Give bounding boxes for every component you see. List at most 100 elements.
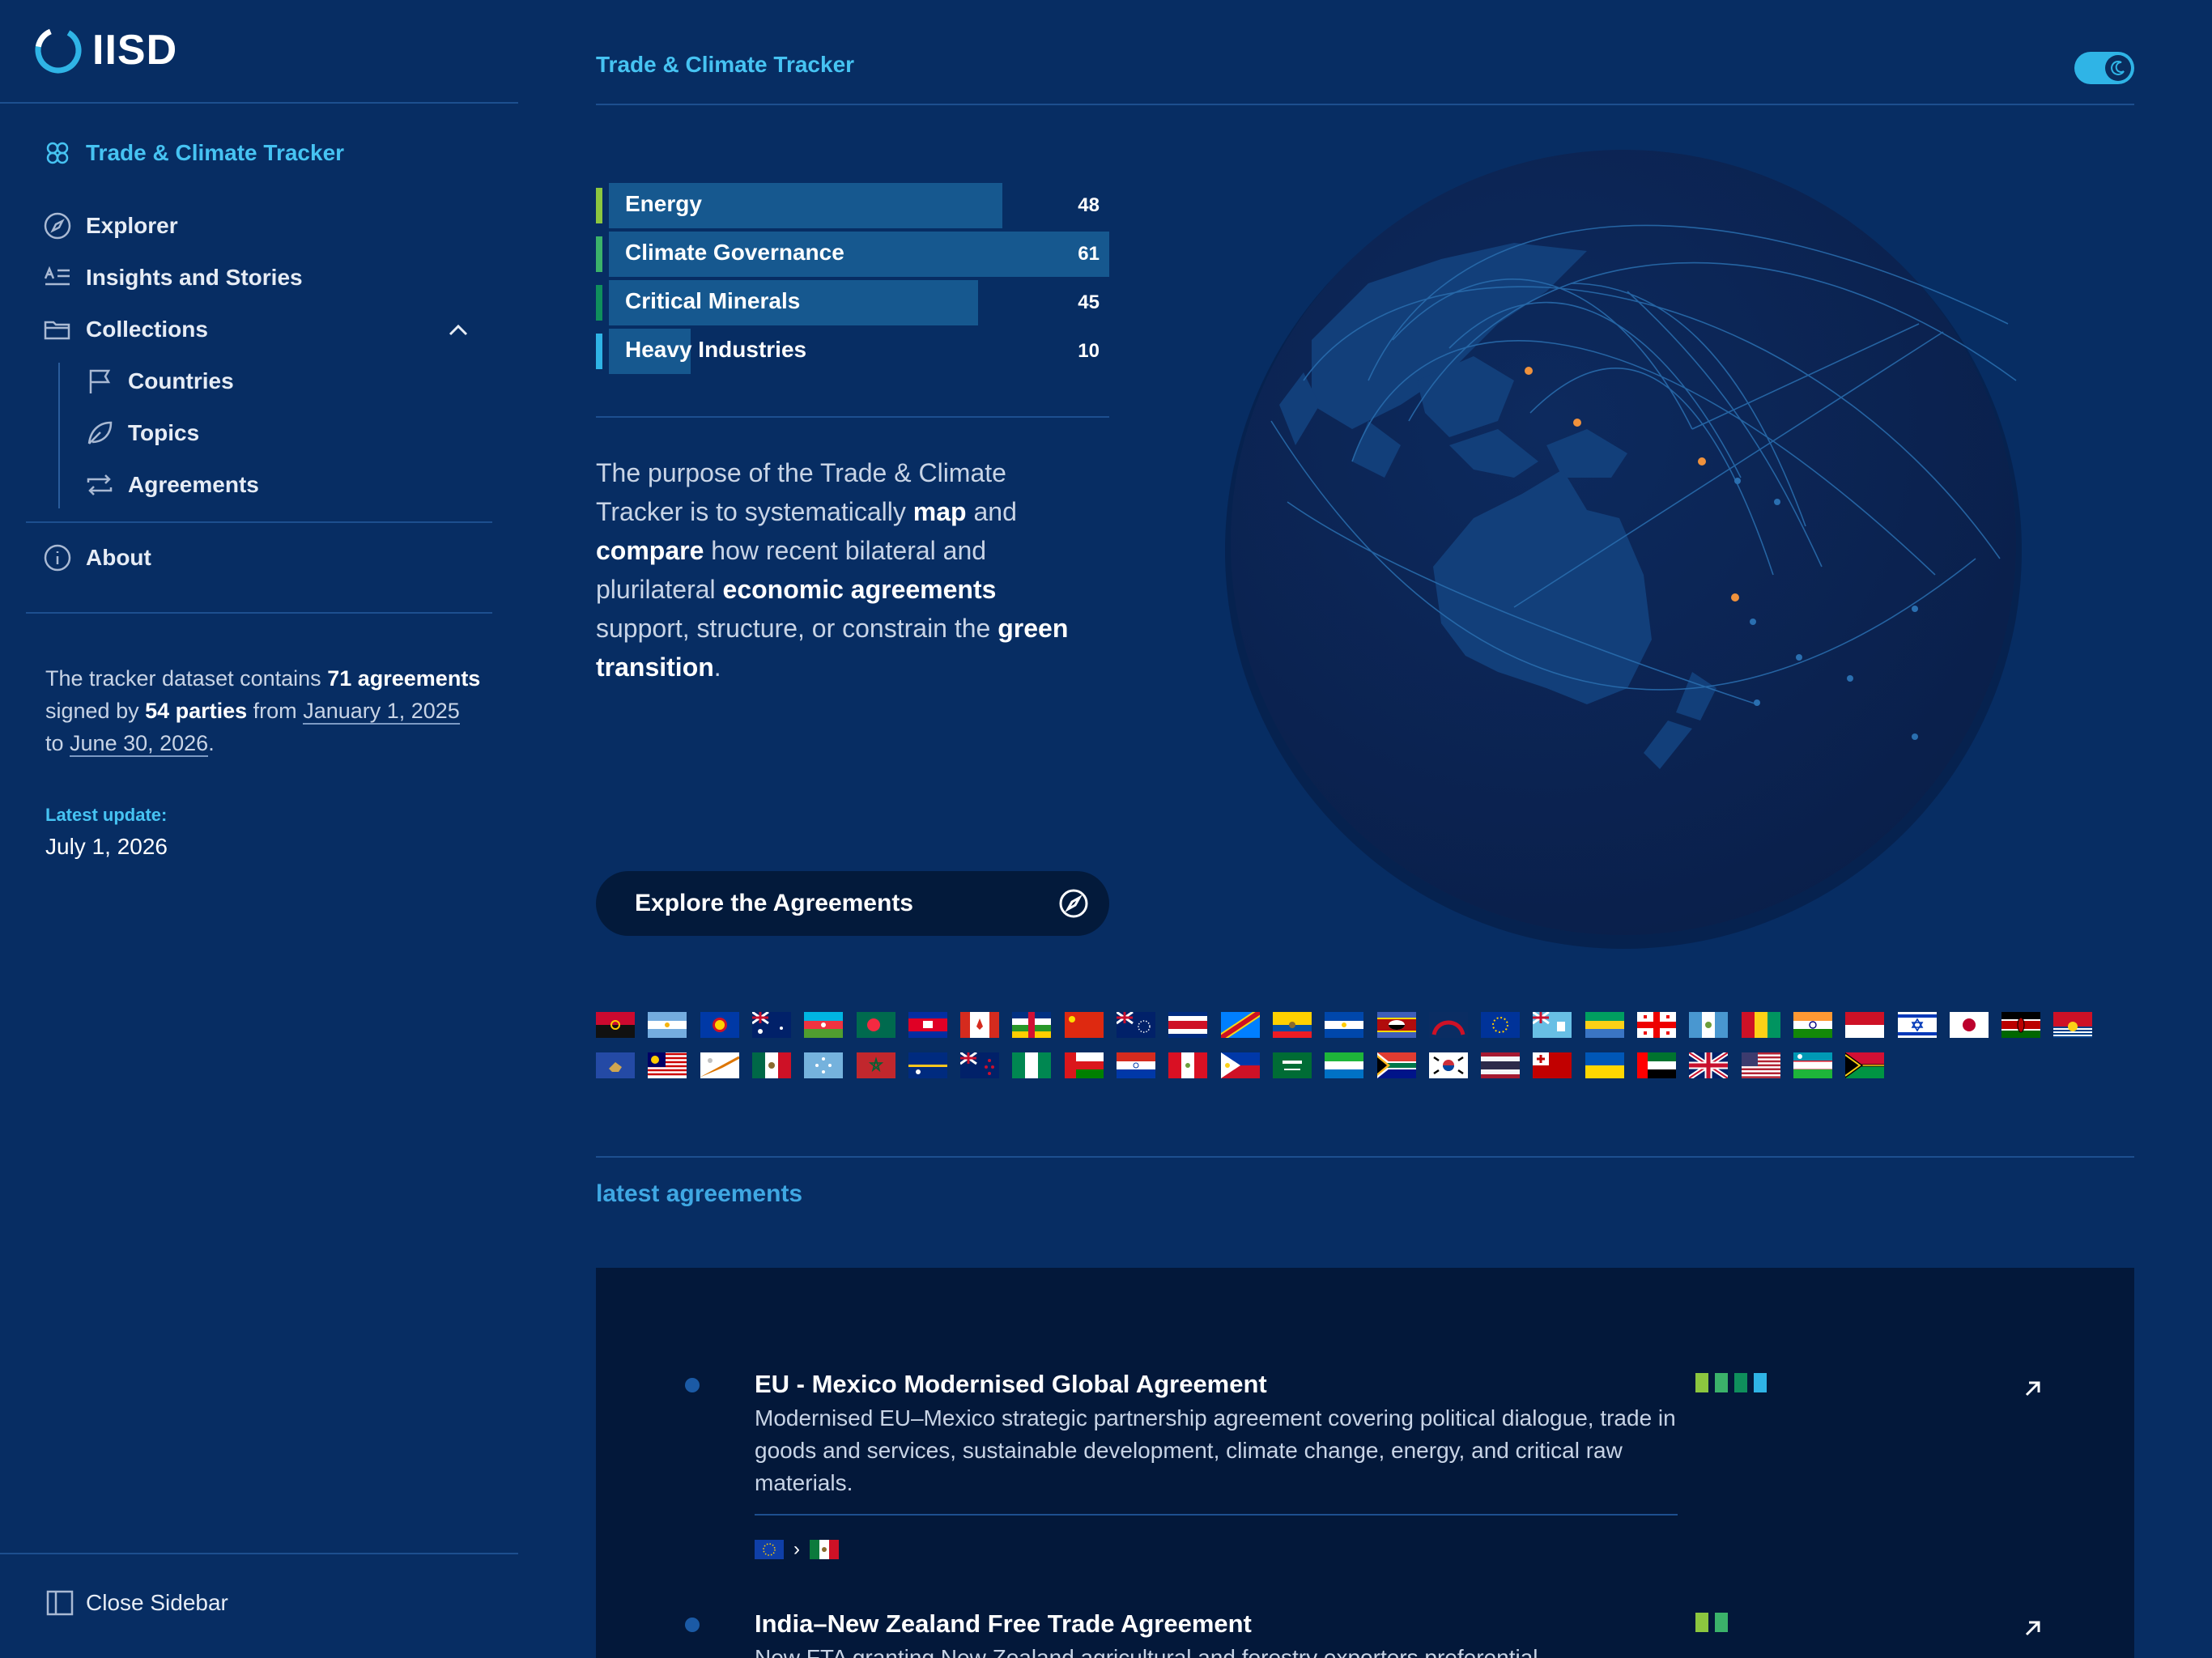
flag-ph[interactable] — [1221, 1052, 1260, 1078]
topic-value: 48 — [1078, 194, 1100, 216]
flag-cf[interactable] — [1012, 1012, 1051, 1038]
topic-row-climate-governance[interactable]: Climate Governance 61 — [596, 232, 1109, 277]
flag-mx — [810, 1540, 839, 1559]
flag-gn[interactable] — [1742, 1012, 1780, 1038]
flag-om[interactable] — [1065, 1052, 1104, 1078]
sidebar-item-countries[interactable]: Countries — [84, 366, 234, 397]
flag-us[interactable] — [1742, 1052, 1780, 1078]
end-date-link[interactable]: June 30, 2026 — [70, 731, 209, 757]
latest-update-date: July 1, 2026 — [45, 834, 168, 859]
topic-label: Energy — [625, 191, 702, 216]
flag-gt[interactable] — [1689, 1012, 1728, 1038]
agreement-title[interactable]: EU - Mexico Modernised Global Agreement — [755, 1370, 1267, 1399]
flag-sz[interactable] — [1377, 1012, 1416, 1038]
flag-my[interactable] — [648, 1052, 687, 1078]
flag-sa[interactable] — [1273, 1052, 1312, 1078]
flag-nr[interactable] — [908, 1052, 947, 1078]
sidebar-item-insights[interactable]: Insights and Stories — [42, 262, 303, 293]
topic-tag — [1695, 1373, 1708, 1392]
flag-vu[interactable] — [1845, 1052, 1884, 1078]
arrow-up-right-icon[interactable] — [2021, 1616, 2045, 1640]
topic-tag — [1754, 1373, 1767, 1392]
sidebar-item-label: Countries — [128, 368, 234, 393]
topic-value: 10 — [1078, 340, 1100, 362]
flag-ke[interactable] — [2001, 1012, 2040, 1038]
flag-sv[interactable] — [1325, 1012, 1363, 1038]
flag-au[interactable] — [752, 1012, 791, 1038]
flag-ge[interactable] — [1637, 1012, 1676, 1038]
flag-il[interactable] — [1898, 1012, 1937, 1038]
sidebar-item-topics[interactable]: Topics — [84, 418, 199, 449]
flag-ao[interactable] — [596, 1012, 635, 1038]
flag-uz[interactable] — [1793, 1052, 1832, 1078]
agreements-globe[interactable] — [1206, 138, 2040, 971]
flag-jp[interactable] — [1950, 1012, 1989, 1038]
flag-pe[interactable] — [1168, 1052, 1207, 1078]
moon-icon — [2111, 61, 2125, 75]
flag-fj[interactable] — [1533, 1012, 1572, 1038]
flag-ca[interactable] — [960, 1012, 999, 1038]
compass-icon — [1059, 889, 1088, 918]
flag-fm[interactable] — [804, 1052, 843, 1078]
flag-cd[interactable] — [1221, 1012, 1260, 1038]
explore-agreements-button[interactable]: Explore the Agreements — [596, 871, 1109, 936]
topic-row-heavy-industries[interactable]: Heavy Industries 10 — [596, 329, 1109, 374]
flag-eu — [755, 1540, 784, 1559]
flag-id[interactable] — [1845, 1012, 1884, 1038]
flag-mh[interactable] — [700, 1052, 739, 1078]
flag-fj2[interactable] — [1429, 1012, 1468, 1038]
flag-ck[interactable] — [1117, 1012, 1155, 1038]
flag-eu[interactable] — [1481, 1012, 1520, 1038]
logo-text: IISD — [92, 27, 178, 74]
flag-xk[interactable] — [596, 1052, 635, 1078]
arrow-up-right-icon[interactable] — [2021, 1376, 2045, 1401]
flag-gb[interactable] — [1689, 1052, 1728, 1078]
chevron-up-icon[interactable] — [447, 319, 470, 342]
flag-mx[interactable] — [752, 1052, 791, 1078]
flag-bd[interactable] — [857, 1012, 895, 1038]
flag-th[interactable] — [1481, 1052, 1520, 1078]
sidebar-item-tracker[interactable]: Trade & Climate Tracker — [42, 138, 344, 168]
flag-ga[interactable] — [1585, 1012, 1624, 1038]
flag-ng[interactable] — [1012, 1052, 1051, 1078]
sidebar-item-about[interactable]: About — [42, 542, 151, 573]
theme-toggle[interactable] — [2074, 52, 2134, 84]
agreement-title[interactable]: India–New Zealand Free Trade Agreement — [755, 1609, 1252, 1639]
iisd-logo[interactable]: IISD — [32, 24, 177, 76]
flag-ec[interactable] — [1273, 1012, 1312, 1038]
flag-za[interactable] — [1377, 1052, 1416, 1078]
flag-az[interactable] — [804, 1012, 843, 1038]
sidebar-divider — [26, 612, 492, 614]
flag-ki[interactable] — [2053, 1012, 2092, 1038]
flag-sl[interactable] — [1325, 1052, 1363, 1078]
flag-to[interactable] — [1533, 1052, 1572, 1078]
flag-kh[interactable] — [908, 1012, 947, 1038]
close-sidebar-button[interactable]: Close Sidebar — [45, 1588, 228, 1618]
flag-cn[interactable] — [1065, 1012, 1104, 1038]
flag-in[interactable] — [1793, 1012, 1832, 1038]
agreement-bullet — [685, 1618, 700, 1632]
flag-py[interactable] — [1117, 1052, 1155, 1078]
flag-kr[interactable] — [1429, 1052, 1468, 1078]
topic-label: Critical Minerals — [625, 288, 801, 313]
flag-ma[interactable] — [857, 1052, 895, 1078]
summary-text: from — [247, 699, 304, 723]
flag-nz[interactable] — [960, 1052, 999, 1078]
topic-value: 45 — [1078, 291, 1100, 313]
topic-row-critical-minerals[interactable]: Critical Minerals 45 — [596, 280, 1109, 325]
page-title[interactable]: Trade & Climate Tracker — [596, 52, 854, 78]
sidebar-item-explorer[interactable]: Explorer — [42, 210, 178, 241]
summary-text: signed by — [45, 699, 146, 723]
latest-update-label: Latest update: — [45, 805, 168, 825]
sidebar-item-agreements[interactable]: Agreements — [84, 470, 259, 500]
sidebar-item-collections[interactable]: Collections — [42, 314, 208, 345]
flag-ar[interactable] — [648, 1012, 687, 1038]
flag-asean[interactable] — [700, 1012, 739, 1038]
flag-ua[interactable] — [1585, 1052, 1624, 1078]
topic-row-energy[interactable]: Energy 48 — [596, 183, 1109, 228]
topic-label: Climate Governance — [625, 240, 844, 265]
flag-cr[interactable] — [1168, 1012, 1207, 1038]
start-date-link[interactable]: January 1, 2025 — [303, 699, 460, 725]
topic-tag — [1715, 1613, 1728, 1632]
flag-ae[interactable] — [1637, 1052, 1676, 1078]
